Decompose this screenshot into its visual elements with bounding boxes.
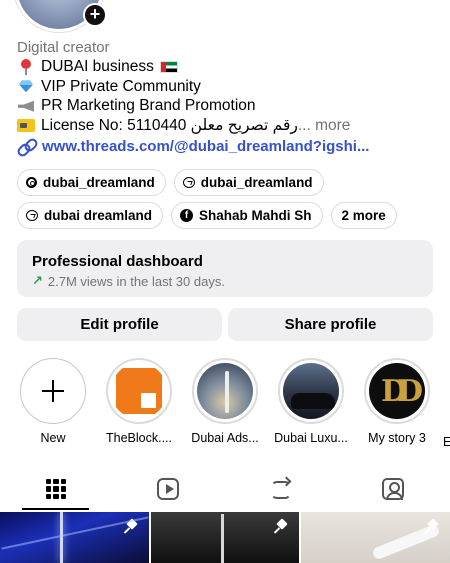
pinned-icon xyxy=(275,520,289,534)
reposts-icon xyxy=(269,478,291,500)
chip-label: dubai_dreamland xyxy=(200,175,313,190)
pinned-icon xyxy=(426,520,440,534)
share-profile-button[interactable]: Share profile xyxy=(228,308,433,341)
edit-profile-button[interactable]: Edit profile xyxy=(17,308,222,341)
highlight-label: My story 3 xyxy=(368,431,426,445)
license-card-icon xyxy=(17,117,35,133)
highlight-cover xyxy=(111,363,167,419)
highlight-label: Dubai Ads... xyxy=(191,431,259,445)
add-story-icon[interactable]: + xyxy=(83,3,107,27)
highlight-item[interactable]: E xyxy=(443,358,450,449)
bio-line-3: PR Marketing Brand Promotion xyxy=(17,96,437,116)
tab-posts[interactable] xyxy=(0,468,112,510)
reels-icon xyxy=(157,478,179,500)
highlight-ring: DD xyxy=(364,358,430,424)
highlight-ring xyxy=(106,358,172,424)
bio-text: DUBAI business xyxy=(41,58,154,75)
professional-dashboard[interactable]: Professional dashboard ↗ 2.7M views in t… xyxy=(17,240,433,297)
highlight-cover: DD xyxy=(369,363,425,419)
bio-text: VIP Private Community xyxy=(41,77,201,95)
chip-label: Shahab Mahdi Sh xyxy=(199,208,312,223)
profile-link[interactable]: www.threads.com/@dubai_dreamland?igshi..… xyxy=(17,137,369,155)
tab-reposts[interactable] xyxy=(224,468,336,510)
highlight-cover xyxy=(283,363,339,419)
profile-category: Digital creator xyxy=(17,39,110,56)
dashboard-title: Professional dashboard xyxy=(32,253,203,270)
bio-text: PR Marketing Brand Promotion xyxy=(41,97,256,114)
chip-facebook[interactable]: f Shahab Mahdi Sh xyxy=(171,202,323,229)
highlight-cover xyxy=(197,363,253,419)
bio-line-4: License No: 5110440 رقم تصريح معلن ... m… xyxy=(17,116,437,136)
chip-messenger[interactable]: dubai dreamland xyxy=(17,202,164,229)
active-tab-indicator xyxy=(22,508,89,510)
profile-header: + xyxy=(0,0,450,36)
post-thumbnail[interactable] xyxy=(150,512,300,563)
highlight-new[interactable]: New xyxy=(13,358,93,445)
highlight-label: E xyxy=(443,435,450,449)
highlight-ring xyxy=(278,358,344,424)
trend-up-icon: ↗ xyxy=(32,273,43,288)
uae-flag-icon xyxy=(159,60,178,73)
chip-label: 2 more xyxy=(341,208,386,223)
post-thumbnail[interactable] xyxy=(301,512,450,563)
chat-bubble-icon xyxy=(182,177,195,188)
tab-reels[interactable] xyxy=(112,468,224,510)
bio-more-link[interactable]: ... more xyxy=(298,116,351,136)
highlight-item[interactable]: Dubai Luxu... xyxy=(271,358,351,445)
chip-more[interactable]: 2 more xyxy=(330,202,397,229)
highlight-label: New xyxy=(40,431,66,445)
chip-label: dubai_dreamland xyxy=(43,175,155,190)
profile-link-text[interactable]: www.threads.com/@dubai_dreamland?igshi..… xyxy=(42,138,369,155)
chip-threads[interactable]: dubai_dreamland xyxy=(17,169,166,196)
highlight-ring xyxy=(20,358,86,424)
chip-label: dubai dreamland xyxy=(44,208,153,223)
posts-grid xyxy=(0,512,450,563)
facebook-icon: f xyxy=(180,209,194,222)
megaphone-icon xyxy=(17,98,35,114)
bio: Digital creator DUBAI business VIP Priva… xyxy=(17,38,437,135)
bio-text: License No: 5110440 رقم تصريح معلن xyxy=(41,116,298,134)
chip-messenger[interactable]: dubai_dreamland xyxy=(173,169,324,196)
tagged-icon xyxy=(382,478,404,500)
highlight-item[interactable]: TheBlock.... xyxy=(99,358,179,445)
highlight-item[interactable]: Dubai Ads... xyxy=(185,358,265,445)
dashboard-subtitle: ↗ 2.7M views in the last 30 days. xyxy=(32,273,418,289)
chat-bubble-icon xyxy=(26,210,38,221)
highlight-ring xyxy=(192,358,258,424)
social-chips-row: dubai dreamland f Shahab Mahdi Sh 2 more xyxy=(17,202,437,229)
plus-icon xyxy=(42,380,64,402)
highlight-label: Dubai Luxu... xyxy=(274,431,348,445)
bio-line-2: VIP Private Community xyxy=(17,77,437,97)
bio-line-1: DUBAI business xyxy=(17,57,437,77)
grid-icon xyxy=(46,479,66,499)
story-highlights: New TheBlock.... Dubai Ads... Dubai Luxu… xyxy=(0,358,450,449)
dashboard-views-text: 2.7M views in the last 30 days. xyxy=(47,273,225,289)
pin-icon xyxy=(17,58,35,75)
highlight-item[interactable]: DD My story 3 xyxy=(357,358,437,445)
tab-tagged[interactable] xyxy=(337,468,449,510)
theblock-logo-icon xyxy=(116,368,162,414)
pinned-icon xyxy=(125,520,139,534)
post-thumbnail[interactable] xyxy=(0,512,149,563)
social-chips-row: dubai_dreamland dubai_dreamland xyxy=(17,169,437,196)
highlight-label: TheBlock.... xyxy=(106,431,172,445)
gem-icon xyxy=(17,78,35,94)
profile-tabs xyxy=(0,468,450,510)
link-icon xyxy=(17,137,35,155)
threads-icon xyxy=(26,177,37,188)
